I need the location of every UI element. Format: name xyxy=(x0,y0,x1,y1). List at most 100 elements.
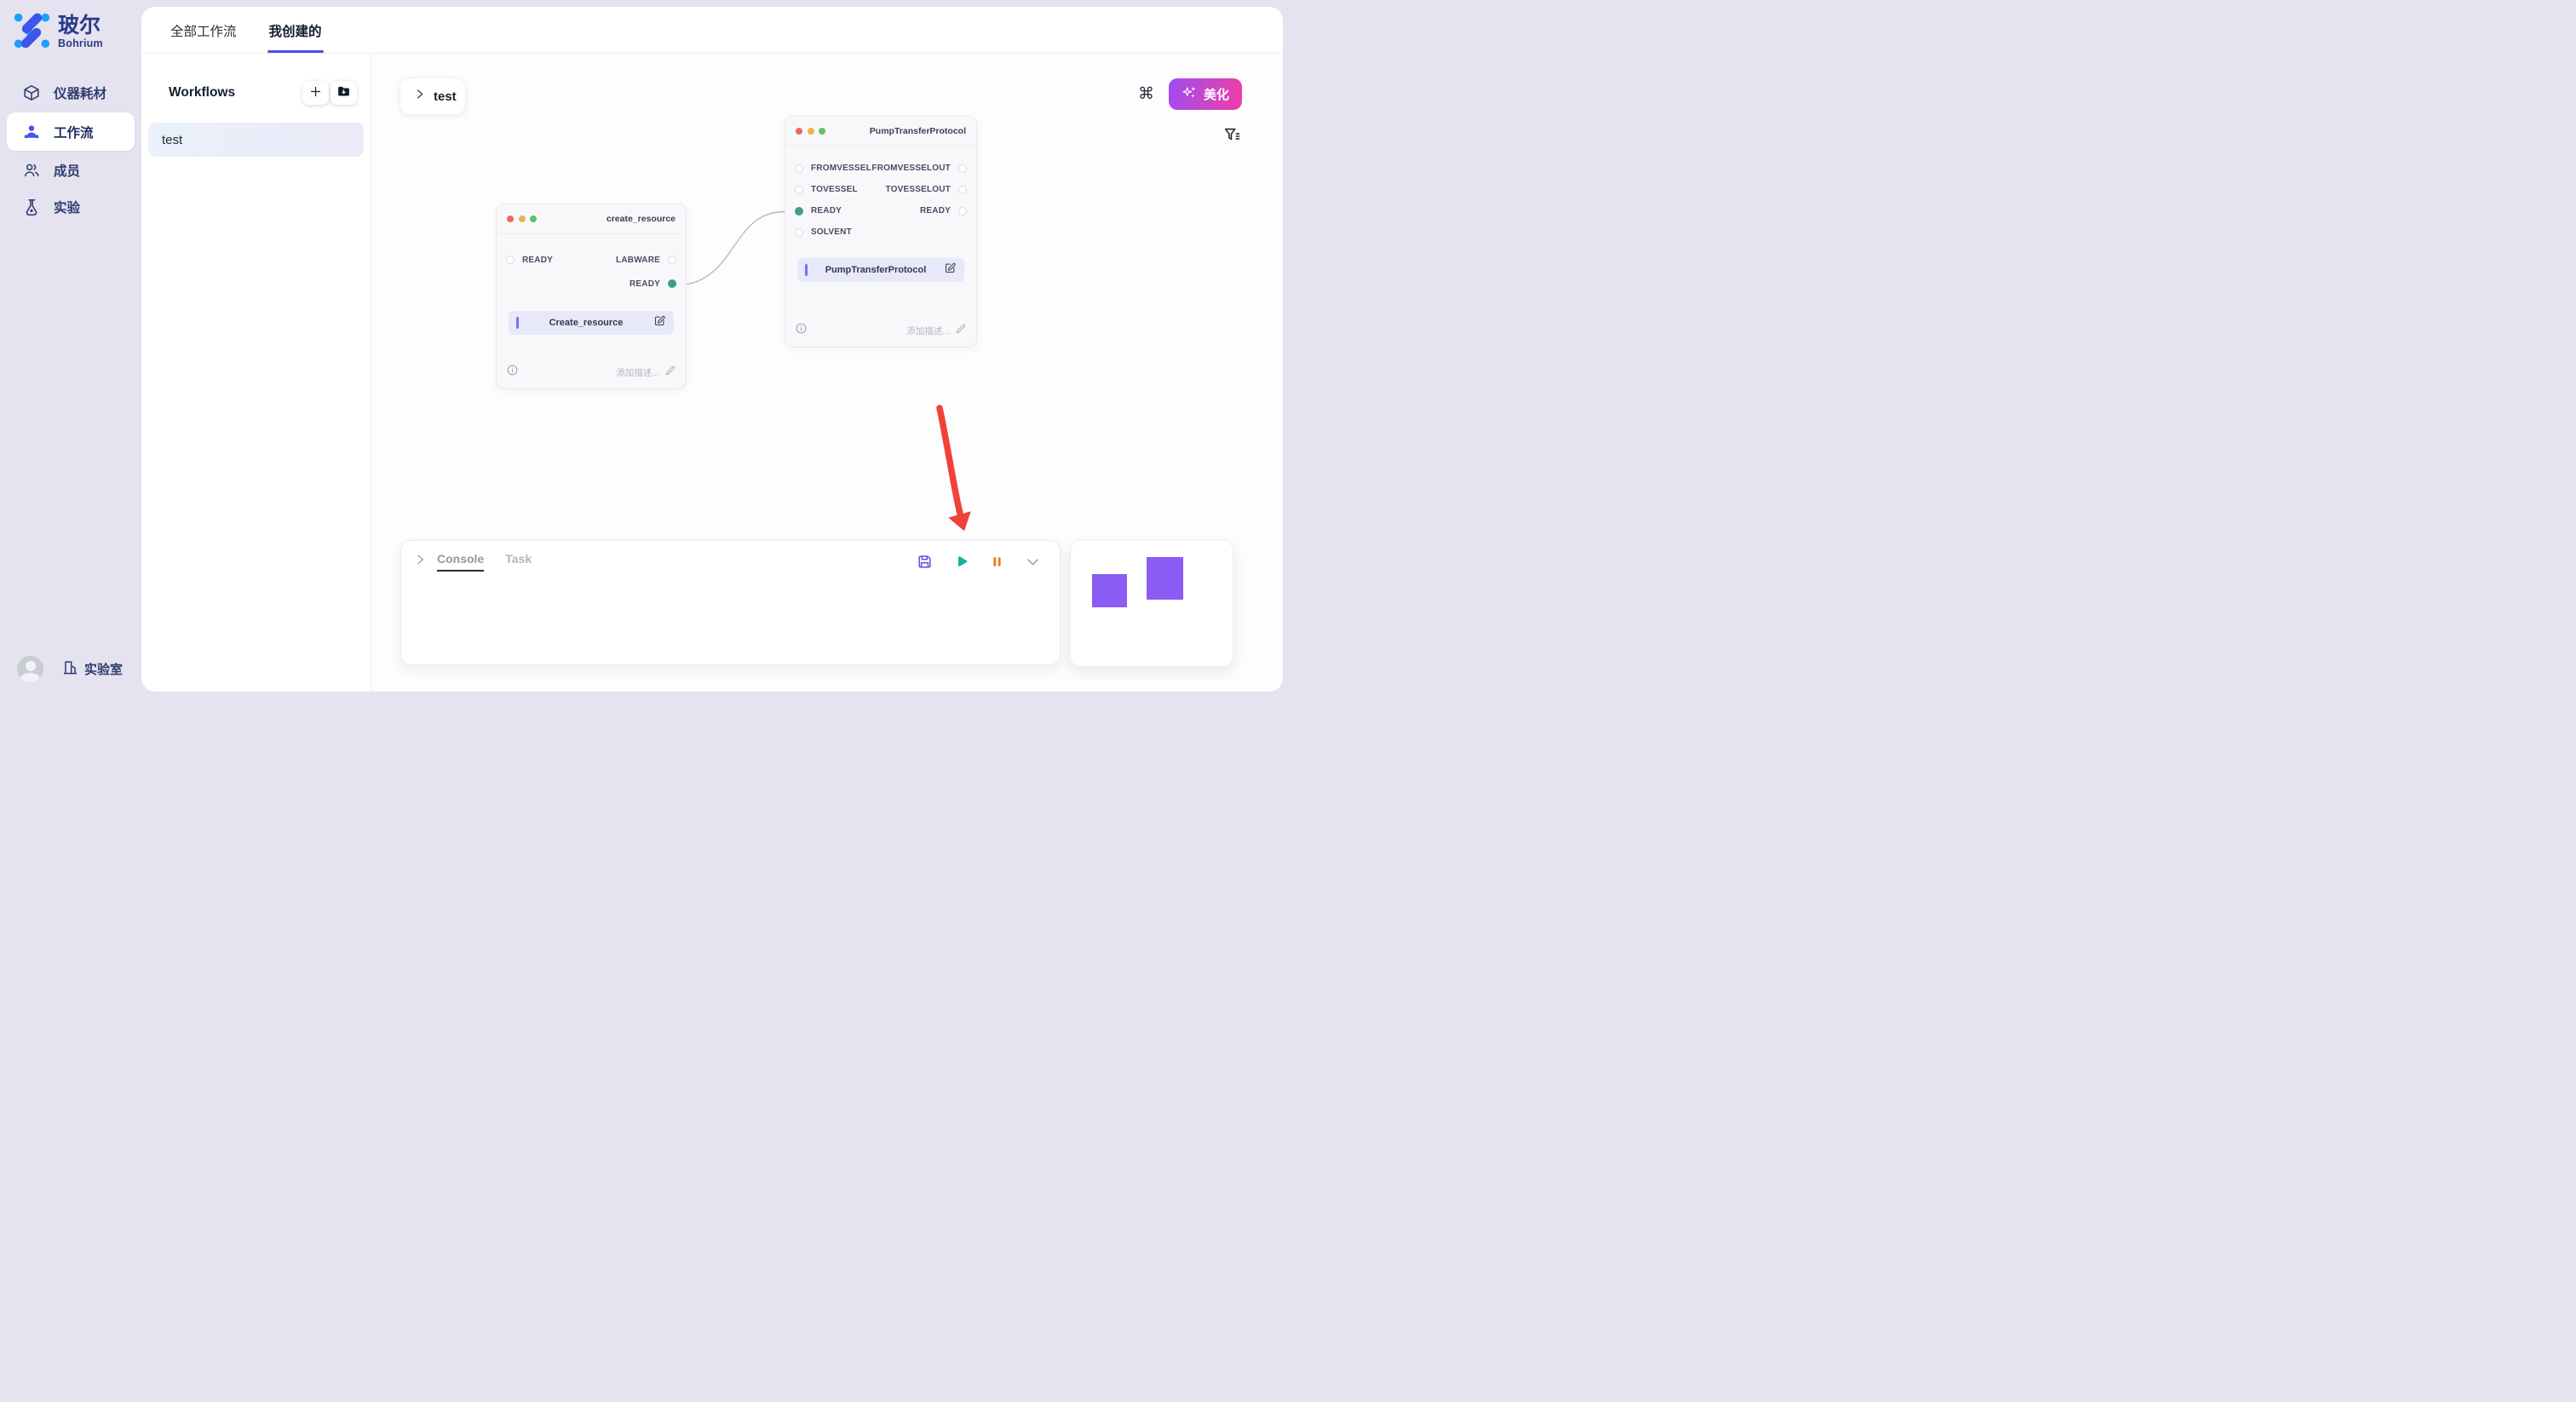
input-port[interactable] xyxy=(506,256,515,264)
canvas-toolbar: ⌘ 美化 xyxy=(1138,78,1242,110)
pencil-icon[interactable] xyxy=(955,323,967,339)
folder-download-icon xyxy=(336,84,351,101)
tab-task[interactable]: Task xyxy=(505,552,532,572)
workflow-item-name: test xyxy=(162,133,182,147)
import-workflow-button[interactable] xyxy=(331,81,357,105)
breadcrumb[interactable]: test xyxy=(400,78,466,115)
sidebar-item-members[interactable]: 成员 xyxy=(7,153,135,187)
input-port[interactable] xyxy=(795,228,803,237)
collapse-chevron-icon[interactable] xyxy=(413,553,427,571)
port-row: SOLVENT xyxy=(785,221,976,243)
workflow-list-item[interactable]: test xyxy=(148,123,364,157)
tab-created-by-me[interactable]: 我创建的 xyxy=(267,21,324,53)
sidebar-nav: 仪器耗材 工作流 成员 xyxy=(0,73,141,227)
bohrium-logo-icon xyxy=(12,10,51,54)
traffic-dot-yellow-icon[interactable] xyxy=(808,128,814,135)
info-icon[interactable] xyxy=(506,364,519,381)
node-ports: FROMVESSEL FROMVESSELOUT TOVESSEL TOVESS… xyxy=(785,146,976,243)
info-icon[interactable] xyxy=(795,322,808,339)
node-command-label: PumpTransferProtocol xyxy=(808,265,944,275)
port-label: READY xyxy=(522,256,553,265)
traffic-dot-red-icon[interactable] xyxy=(507,215,514,222)
node-title: create_resource xyxy=(607,214,676,224)
workflows-header: Workflows xyxy=(141,54,371,105)
package-icon xyxy=(22,83,41,102)
node-header: create_resource xyxy=(497,204,686,234)
lab-switcher[interactable]: 实验室 xyxy=(62,659,123,679)
workflows-title: Workflows xyxy=(169,85,302,101)
port-row: READY xyxy=(497,272,686,296)
tab-all-workflows[interactable]: 全部工作流 xyxy=(169,21,239,53)
output-port[interactable] xyxy=(958,207,967,215)
minimap-node-rect xyxy=(1147,557,1183,600)
node-description-placeholder[interactable]: 添加描述... xyxy=(906,325,950,337)
pause-icon[interactable] xyxy=(990,554,1004,569)
sidebar: 玻尔 Bohrium 仪器耗材 xyxy=(0,0,141,701)
brand-title: 玻尔 xyxy=(58,14,103,37)
console-header: Console Task xyxy=(401,541,1060,572)
port-row: READY LABWARE xyxy=(497,248,686,272)
node-footer: 添加描述... xyxy=(785,322,976,339)
node-title: PumpTransferProtocol xyxy=(870,126,966,136)
workflow-list: test xyxy=(141,123,371,157)
node-pump-transfer-protocol[interactable]: PumpTransferProtocol FROMVESSEL FROMVESS… xyxy=(785,116,977,348)
workflows-panel: Workflows xyxy=(141,54,371,692)
node-command-label: Create_resource xyxy=(519,318,653,328)
experiment-icon xyxy=(22,198,41,216)
beautify-button[interactable]: 美化 xyxy=(1169,78,1242,110)
save-icon[interactable] xyxy=(917,554,933,570)
pencil-icon[interactable] xyxy=(664,365,676,381)
sidebar-item-label: 实验 xyxy=(54,198,80,216)
edit-icon[interactable] xyxy=(653,314,666,331)
app-root: 玻尔 Bohrium 仪器耗材 xyxy=(0,0,1288,701)
traffic-dot-red-icon[interactable] xyxy=(796,128,802,135)
traffic-dot-green-icon[interactable] xyxy=(530,215,537,222)
node-create-resource[interactable]: create_resource READY LABWARE READY xyxy=(496,204,687,389)
traffic-dot-green-icon[interactable] xyxy=(819,128,825,135)
port-label: TOVESSEL xyxy=(811,185,858,194)
tab-label: Task xyxy=(505,552,532,566)
output-port[interactable] xyxy=(958,186,967,194)
workflow-icon xyxy=(22,123,41,141)
port-label: SOLVENT xyxy=(811,227,852,237)
traffic-dot-yellow-icon[interactable] xyxy=(519,215,526,222)
sidebar-item-label: 成员 xyxy=(54,161,80,180)
node-ports: READY LABWARE READY xyxy=(497,234,686,296)
lab-building-icon xyxy=(62,659,78,679)
flow-canvas[interactable]: test ⌘ 美化 xyxy=(371,54,1283,692)
output-port[interactable] xyxy=(668,279,676,288)
input-port[interactable] xyxy=(795,186,803,194)
console-panel: Console Task xyxy=(400,540,1061,665)
output-port[interactable] xyxy=(958,164,967,173)
avatar[interactable] xyxy=(17,656,43,682)
sidebar-item-label: 工作流 xyxy=(54,123,94,141)
members-icon xyxy=(22,161,41,180)
port-label: FROMVESSELOUT xyxy=(871,164,951,173)
command-icon[interactable]: ⌘ xyxy=(1138,86,1154,102)
tab-label: 我创建的 xyxy=(269,25,322,39)
node-description-placeholder[interactable]: 添加描述... xyxy=(616,366,659,379)
output-port[interactable] xyxy=(668,256,676,264)
chevron-down-icon[interactable] xyxy=(1025,554,1041,570)
sidebar-item-instruments[interactable]: 仪器耗材 xyxy=(7,76,135,110)
sparkles-icon xyxy=(1182,84,1198,104)
port-row: READY READY xyxy=(785,200,976,221)
sidebar-item-experiments[interactable]: 实验 xyxy=(7,190,135,224)
edit-icon[interactable] xyxy=(944,261,957,279)
add-workflow-button[interactable] xyxy=(302,81,329,105)
node-command[interactable]: Create_resource xyxy=(509,311,674,335)
plus-icon xyxy=(309,85,322,101)
chevron-right-icon xyxy=(413,88,426,105)
console-actions xyxy=(917,554,1041,570)
node-command[interactable]: PumpTransferProtocol xyxy=(797,258,964,282)
sidebar-item-workflow[interactable]: 工作流 xyxy=(7,112,135,151)
filter-icon[interactable] xyxy=(1222,125,1241,144)
minimap[interactable] xyxy=(1070,540,1233,667)
sidebar-item-label: 仪器耗材 xyxy=(54,83,106,102)
port-label: FROMVESSEL xyxy=(811,164,871,173)
input-port[interactable] xyxy=(795,207,803,215)
tab-console[interactable]: Console xyxy=(437,552,484,572)
play-icon[interactable] xyxy=(953,554,969,570)
annotation-arrow xyxy=(940,408,971,531)
input-port[interactable] xyxy=(795,164,803,173)
